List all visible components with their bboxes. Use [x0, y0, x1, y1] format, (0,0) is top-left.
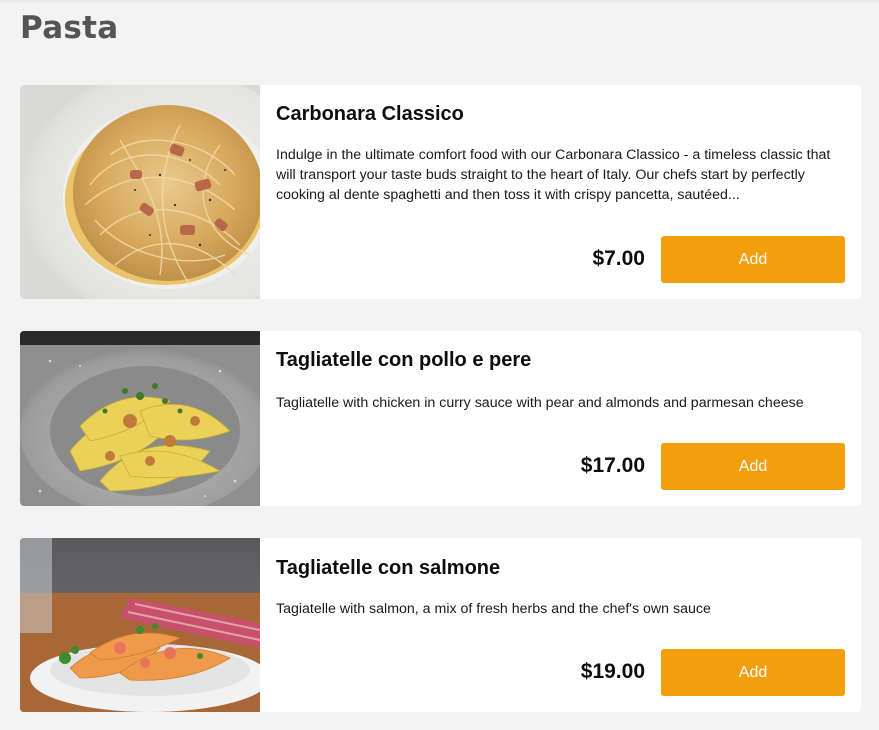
menu-item-description: Tagliatelle with chicken in curry sauce …: [276, 395, 804, 411]
menu-item-body: Tagliatelle con pollo e pere Tagliatelle…: [276, 331, 845, 506]
menu-item-card[interactable]: Carbonara Classico Indulge in the ultima…: [20, 85, 861, 299]
menu-item-price: $19.00: [580, 660, 645, 683]
menu-item-name[interactable]: Tagliatelle con pollo e pere: [276, 349, 531, 372]
tagliatelle-salmon-photo-icon: [20, 538, 260, 712]
menu-item-name[interactable]: Carbonara Classico: [276, 103, 464, 126]
add-to-cart-button[interactable]: Add: [661, 443, 845, 490]
menu-item-description: Tagiatelle with salmon, a mix of fresh h…: [276, 601, 711, 617]
menu-item-card[interactable]: Tagliatelle con salmone Tagiatelle with …: [20, 538, 861, 712]
menu-item-price: $7.00: [592, 247, 645, 270]
tagliatelle-salmon-image[interactable]: [20, 538, 260, 712]
add-to-cart-button[interactable]: Add: [661, 236, 845, 283]
menu-item-name[interactable]: Tagliatelle con salmone: [276, 557, 500, 580]
menu-item-description: Indulge in the ultimate comfort food wit…: [276, 147, 831, 203]
menu-item-body: Tagliatelle con salmone Tagiatelle with …: [276, 538, 845, 712]
menu-item-body: Carbonara Classico Indulge in the ultima…: [276, 85, 845, 299]
spaghetti-carbonara-image[interactable]: [20, 85, 260, 299]
top-shadow-bar: [0, 0, 879, 4]
spaghetti-carbonara-photo-icon: [20, 85, 260, 299]
tagliatelle-chicken-image[interactable]: [20, 331, 260, 506]
menu-item-price: $17.00: [580, 454, 645, 477]
tagliatelle-chicken-photo-icon: [20, 331, 260, 506]
add-to-cart-button[interactable]: Add: [661, 649, 845, 696]
menu-item-card[interactable]: Tagliatelle con pollo e pere Tagliatelle…: [20, 331, 861, 506]
section-title: Pasta: [20, 10, 119, 46]
